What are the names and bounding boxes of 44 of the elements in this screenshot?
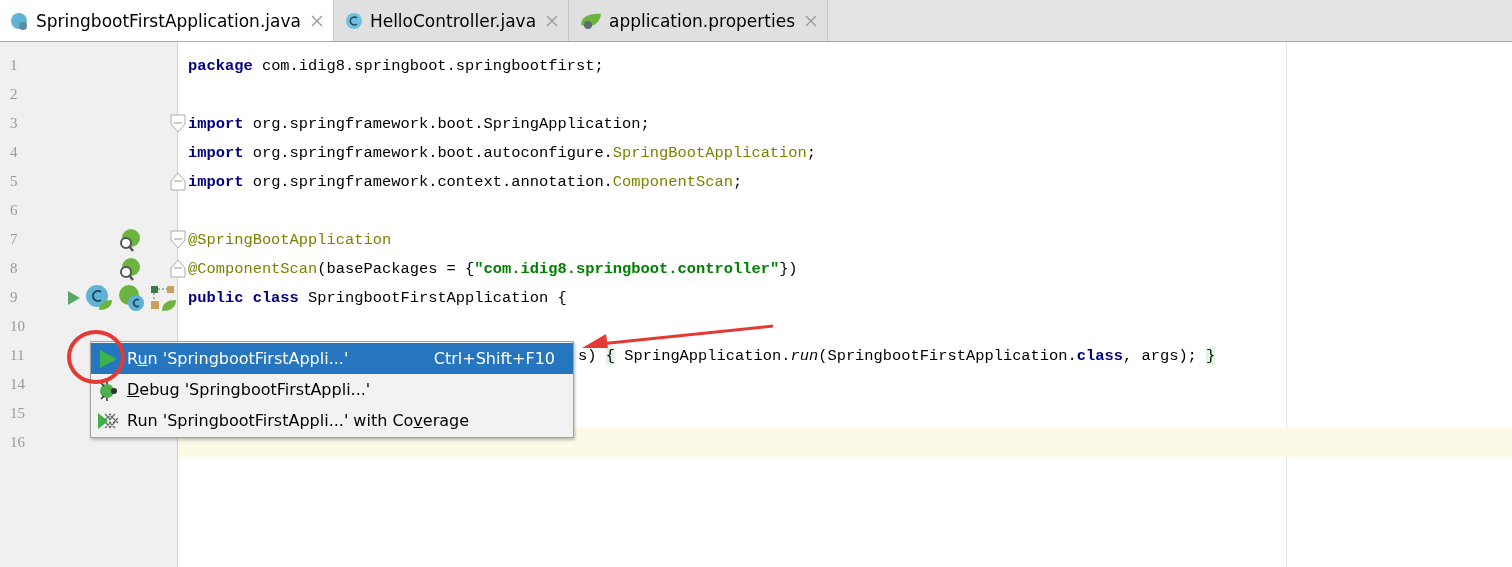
shortcut-label: Ctrl+Shift+F10 [433, 349, 555, 368]
menu-item[interactable]: Run 'SpringbootFirstAppli...' with Coverage [91, 405, 573, 436]
code-line: package com.idig8.springboot.springbootfirst; [188, 56, 604, 75]
run-icon[interactable] [67, 289, 81, 306]
close-icon[interactable] [546, 14, 559, 27]
class-icon [10, 10, 30, 31]
line-number: 9 [9, 289, 19, 306]
line-number: 16 [9, 434, 26, 451]
line-number: 2 [9, 86, 19, 103]
fold-marker-icon[interactable] [170, 172, 186, 191]
line-number: 15 [9, 405, 26, 422]
spring-config-icon [149, 283, 177, 312]
menu-item[interactable]: Run 'SpringbootFirstAppli...' Ctrl+Shift+F10 [91, 343, 573, 374]
line-number: 7 [9, 231, 19, 248]
editor-tab[interactable]: application.properties [569, 0, 829, 41]
line-number: 5 [9, 173, 19, 190]
line-number: 10 [9, 318, 26, 335]
bean-class-icon [117, 283, 145, 312]
code-line: public class SpringbootFirstApplication { [188, 288, 567, 307]
highlight-circle [66, 329, 126, 385]
line-number: 1 [9, 57, 19, 74]
line-number: 3 [9, 115, 19, 132]
line-number: 11 [9, 347, 26, 364]
fold-marker-icon[interactable] [170, 114, 186, 133]
close-icon[interactable] [310, 14, 323, 27]
run-icon [97, 347, 119, 370]
code-line: s) { SpringApplication.run(SpringbootFirstApplication.class, args); } [578, 346, 1216, 365]
line-number: 8 [9, 260, 19, 277]
code-line: import org.springframework.boot.SpringApplication; [188, 114, 650, 133]
close-icon[interactable] [805, 14, 818, 27]
editor-tab[interactable]: SpringbootFirstApplication.java [0, 0, 334, 41]
line-number: 14 [9, 376, 26, 393]
editor-tab[interactable]: HelloController.java [333, 0, 570, 41]
code-line: @SpringBootApplication [188, 230, 392, 249]
menu-item[interactable]: Debug 'SpringbootFirstAppli...' [91, 374, 573, 405]
fold-marker-icon[interactable] [170, 230, 186, 249]
fold-marker-icon[interactable] [170, 259, 186, 278]
code-line: import org.springframework.context.annotation.ComponentScan; [188, 172, 743, 191]
class-icon [85, 283, 113, 312]
class-icon [343, 10, 364, 31]
line-number: 4 [9, 144, 19, 161]
line-number: 6 [9, 202, 19, 219]
code-line: import org.springframework.boot.autoconfigure.SpringBootApplication; [188, 143, 817, 162]
code-line: @ComponentScan(basePackages = {"com.idig8.springboot.controller"}) [188, 259, 798, 278]
